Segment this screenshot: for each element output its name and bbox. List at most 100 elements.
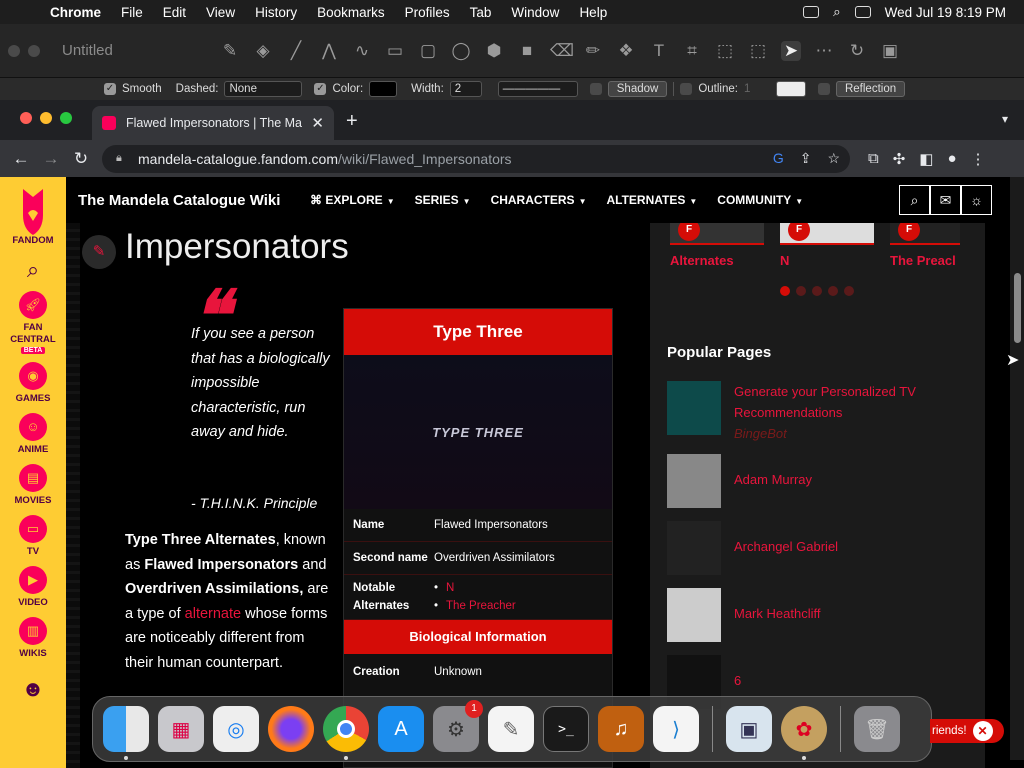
shapes-tool-icon[interactable]: ❖: [616, 41, 636, 61]
eraser-tool-icon[interactable]: ⌫: [550, 41, 574, 61]
profile-avatar-icon[interactable]: ●: [947, 150, 956, 168]
forward-button[interactable]: →: [36, 149, 66, 169]
color-well[interactable]: [369, 81, 398, 97]
paint-bucket-icon[interactable]: ◈: [253, 41, 273, 61]
finder-icon[interactable]: [103, 706, 149, 760]
image-icon[interactable]: ▣: [880, 41, 900, 61]
menu-tab[interactable]: Tab: [460, 5, 502, 20]
vscode-icon[interactable]: ⟩: [653, 706, 699, 752]
google-lens-icon[interactable]: G: [773, 150, 784, 167]
extension-icon[interactable]: ⧉: [868, 150, 879, 168]
firefox-icon[interactable]: [268, 706, 314, 752]
dashed-select[interactable]: None: [224, 81, 303, 97]
rail-anime[interactable]: ☺ ANIME: [18, 413, 48, 456]
wiki-name[interactable]: The Mandela Catalogue Wiki: [66, 192, 306, 209]
chrome-menu-icon[interactable]: ⋮: [971, 150, 986, 168]
rail-account[interactable]: ☻: [21, 676, 44, 702]
wiki-search-icon[interactable]: ⌕: [899, 185, 930, 215]
nav-characters[interactable]: CHARACTERS ▼: [491, 193, 587, 207]
rotate-icon[interactable]: ↻: [847, 41, 867, 61]
control-center-icon[interactable]: [854, 6, 871, 18]
rail-movies[interactable]: ▤ MOVIES: [15, 464, 51, 507]
more-options-icon[interactable]: ⋯: [814, 41, 834, 61]
screen-mirroring-icon[interactable]: [803, 6, 820, 18]
pencil-tool-icon[interactable]: ✏: [583, 41, 603, 61]
garageband-icon[interactable]: ♫: [598, 706, 644, 752]
fandom-label[interactable]: FANDOM: [12, 235, 53, 247]
zoom-window-button[interactable]: [60, 112, 72, 124]
tab-search-chevron-icon[interactable]: ▾: [1002, 112, 1008, 126]
smooth-checkbox[interactable]: ✓: [104, 83, 116, 95]
transform-tool-icon[interactable]: ⬚: [715, 41, 735, 61]
rail-video[interactable]: ▶ VIDEO: [18, 566, 48, 609]
menu-profiles[interactable]: Profiles: [395, 5, 460, 20]
menu-help[interactable]: Help: [569, 5, 617, 20]
popular-page-item[interactable]: Mark Heathcliff: [667, 588, 944, 642]
system-settings-icon[interactable]: ⚙ 1: [433, 700, 483, 752]
text-tool-icon[interactable]: T: [649, 41, 669, 61]
preview-icon[interactable]: ▣: [726, 706, 772, 752]
color-checkbox[interactable]: ✓: [314, 83, 327, 95]
carousel-dots[interactable]: [780, 286, 854, 296]
polygon-tool-icon[interactable]: ⬢: [484, 41, 504, 61]
app-store-icon[interactable]: A: [378, 706, 424, 752]
chat-toast[interactable]: riends! ✕: [930, 719, 1004, 743]
menu-window[interactable]: Window: [501, 5, 569, 20]
outline-value[interactable]: 1: [744, 83, 770, 95]
scrollbar-thumb[interactable]: [1014, 273, 1021, 343]
safari-icon[interactable]: ◎: [213, 706, 259, 752]
polyline-tool-icon[interactable]: ⋀: [319, 41, 339, 61]
pointer-tool-icon[interactable]: ➤: [781, 40, 801, 61]
rail-tv[interactable]: ▭ TV: [19, 515, 47, 558]
shadow-button[interactable]: Shadow: [607, 81, 668, 97]
app-menu[interactable]: Chrome: [40, 5, 111, 20]
edit-pencil-icon[interactable]: ✎: [82, 235, 116, 269]
lock-icon[interactable]: 🔒︎: [116, 152, 128, 165]
nav-community[interactable]: COMMUNITY ▼: [717, 193, 803, 207]
menu-file[interactable]: File: [111, 5, 153, 20]
launchpad-icon[interactable]: ▦: [158, 706, 204, 752]
rail-wikis[interactable]: ▥ WIKIS: [19, 617, 47, 660]
address-bar[interactable]: 🔒︎ mandela-catalogue.fandom.com/wiki/Fla…: [102, 144, 850, 173]
menu-bookmarks[interactable]: Bookmarks: [307, 5, 395, 20]
spotlight-icon[interactable]: ⌕: [833, 4, 841, 20]
textedit-icon[interactable]: ✎: [488, 706, 534, 752]
nav-alternates[interactable]: ALTERNATES ▼: [606, 193, 697, 207]
close-toast-icon[interactable]: ✕: [972, 721, 993, 741]
fandom-logo-icon[interactable]: [15, 185, 51, 239]
close-window-button[interactable]: [20, 112, 32, 124]
trash-icon[interactable]: 🗑︎: [854, 706, 900, 752]
carousel-card[interactable]: F Alternates: [670, 223, 764, 268]
infobox-image[interactable]: TYPE THREE: [344, 355, 612, 509]
menu-view[interactable]: View: [196, 5, 245, 20]
carousel-card[interactable]: F N: [780, 223, 874, 268]
curve-tool-icon[interactable]: ∿: [352, 41, 372, 61]
width-field[interactable]: 2: [449, 81, 482, 97]
alternate-link[interactable]: alternate: [185, 606, 241, 622]
line-style-select[interactable]: ―――――: [497, 81, 578, 97]
menu-edit[interactable]: Edit: [153, 5, 196, 20]
rail-fan-central[interactable]: 🚀︎ FAN CENTRAL BETA: [8, 291, 58, 354]
share-icon[interactable]: ⇪: [800, 150, 812, 167]
carousel-card[interactable]: F The Preacl: [890, 223, 960, 268]
select-tool-icon[interactable]: ⬚: [748, 41, 768, 61]
reflection-checkbox[interactable]: [817, 83, 830, 95]
shadow-checkbox[interactable]: [589, 83, 602, 95]
bookmark-star-icon[interactable]: ☆: [827, 150, 840, 167]
rail-search[interactable]: ⌕: [27, 255, 39, 283]
terminal-icon[interactable]: >_: [543, 706, 589, 752]
rectangle-tool-icon[interactable]: ▭: [385, 41, 405, 61]
theme-toggle-icon[interactable]: ☼: [961, 185, 992, 215]
menu-history[interactable]: History: [245, 5, 307, 20]
back-button[interactable]: ←: [6, 149, 36, 169]
discussions-icon[interactable]: ✉: [930, 185, 961, 215]
notable-link[interactable]: N: [434, 579, 612, 597]
line-tool-icon[interactable]: ╱: [286, 41, 306, 61]
popular-page-item[interactable]: Generate your Personalized TV Recommenda…: [667, 381, 944, 444]
rail-games[interactable]: ◉ GAMES: [16, 362, 50, 405]
nav-series[interactable]: SERIES ▼: [415, 193, 471, 207]
ellipse-tool-icon[interactable]: ◯: [451, 41, 471, 61]
page-scrollbar[interactable]: [1010, 177, 1024, 760]
nav-explore[interactable]: ⌘ EXPLORE ▼: [310, 193, 395, 207]
outline-color-well[interactable]: [775, 81, 806, 97]
